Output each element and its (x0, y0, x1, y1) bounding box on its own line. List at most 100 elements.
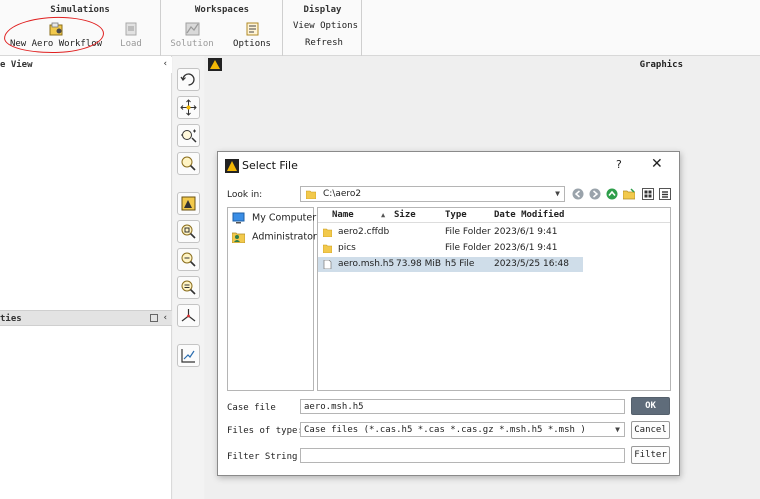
help-button[interactable]: ? (616, 158, 622, 171)
pan-button[interactable] (177, 96, 200, 119)
fit-to-window-button[interactable] (177, 192, 200, 215)
file-row[interactable]: aero.msh.h5 73.98 MiB h5 File 2023/5/25 16:… (318, 257, 583, 272)
file-date: 2023/6/1 9:41 (494, 227, 558, 237)
simulations-group-title: Simulations (50, 5, 110, 15)
graphics-title: Graphics (639, 60, 683, 70)
tree-view-title: e View (0, 60, 33, 70)
properties-title: ties (0, 314, 22, 324)
collapse-tree-icon[interactable]: ‹ (163, 59, 168, 69)
file-type: h5 File (445, 259, 475, 269)
list-view-icon[interactable] (642, 188, 654, 200)
fit-window-icon (181, 196, 196, 211)
workspaces-group-title: Workspaces (194, 5, 250, 15)
chevron-down-icon: ▼ (555, 189, 560, 198)
rotate-button[interactable] (177, 68, 200, 91)
display-group: Display View Options Refresh (284, 0, 362, 56)
zoom-previous-button[interactable] (177, 276, 200, 299)
undock-icon[interactable] (150, 314, 158, 322)
zoom-to-area-button[interactable] (177, 152, 200, 175)
file-name: aero2.cffdb (338, 227, 390, 237)
plot-button[interactable] (177, 344, 200, 367)
file-type: File Folder (445, 227, 491, 237)
collapse-properties-icon[interactable]: ‹ (163, 313, 168, 323)
files-of-type-label: Files of type: (227, 426, 303, 436)
filter-string-label: Filter String (227, 452, 298, 462)
file-name: aero.msh.h5 (338, 259, 395, 269)
file-size: 73.98 MiB (396, 259, 442, 269)
solution-icon (185, 22, 199, 36)
column-header-type[interactable]: Type (445, 210, 467, 220)
properties-header: ties ‹ (0, 310, 172, 326)
ansys-logo-icon (208, 58, 222, 71)
view-options-button[interactable]: View Options (293, 21, 358, 31)
load-button[interactable]: Load (112, 22, 150, 49)
filter-string-input[interactable] (300, 448, 625, 463)
workspaces-group: Workspaces Solution Options (162, 0, 283, 56)
zoom-previous-icon (181, 280, 196, 295)
back-icon[interactable] (572, 188, 584, 200)
zoom-in-out-icon (181, 129, 197, 143)
file-list-header: Name ▲ Size Type Date Modified (318, 208, 670, 223)
file-row[interactable]: pics File Folder 2023/6/1 9:41 (318, 241, 583, 256)
sidebar-item-label: Administrator (252, 231, 317, 243)
file-date: 2023/5/25 16:48 (494, 259, 569, 269)
files-of-type-select[interactable]: Case files (*.cas.h5 *.cas *.cas.gz *.ms… (300, 422, 625, 437)
detail-view-icon[interactable] (659, 188, 671, 200)
cancel-button[interactable]: Cancel (631, 421, 670, 439)
options-button[interactable]: Options (228, 22, 276, 49)
file-date: 2023/6/1 9:41 (494, 243, 558, 253)
folder-icon (306, 190, 316, 199)
parent-directory-icon[interactable] (606, 188, 618, 200)
column-header-size[interactable]: Size (394, 210, 416, 220)
display-group-title: Display (303, 5, 342, 15)
dialog-titlebar: Select File ? ✕ (218, 152, 679, 180)
chevron-down-icon: ▼ (615, 425, 620, 434)
file-row[interactable]: aero2.cffdb File Folder 2023/6/1 9:41 (318, 225, 583, 240)
ok-button[interactable]: OK (631, 397, 670, 415)
filter-button[interactable]: Filter (631, 446, 670, 464)
forward-icon[interactable] (589, 188, 601, 200)
options-label: Options (233, 39, 271, 49)
sidebar-item-my-computer[interactable]: My Computer (232, 212, 316, 224)
computer-icon (232, 212, 245, 224)
zoom-out-button[interactable] (177, 248, 200, 271)
case-file-input[interactable]: aero.msh.h5 (300, 399, 625, 414)
close-button[interactable]: ✕ (651, 156, 663, 172)
sidebar-item-label: My Computer (252, 212, 317, 224)
look-in-label: Look in: (227, 190, 263, 200)
plot-icon (181, 349, 195, 363)
case-file-label: Case file (227, 403, 276, 413)
graphics-toolbar (173, 56, 204, 499)
rotate-icon (180, 73, 195, 86)
axes-icon (181, 309, 196, 322)
load-label: Load (120, 39, 142, 49)
places-sidebar: My Computer Administrator (227, 207, 317, 391)
sidebar-item-administrator[interactable]: Administrator (232, 231, 317, 243)
file-icon (323, 259, 332, 270)
look-in-dropdown[interactable]: C:\aero2 ▼ (300, 186, 565, 202)
zoom-box-icon (181, 224, 196, 239)
user-folder-icon (232, 232, 245, 243)
folder-icon (322, 244, 333, 254)
solution-label: Solution (170, 39, 214, 49)
load-icon (125, 22, 136, 36)
refresh-button[interactable]: Refresh (305, 38, 343, 48)
zoom-in-out-button[interactable] (177, 124, 200, 147)
zoom-box-button[interactable] (177, 220, 200, 243)
folder-icon (322, 228, 333, 238)
dialog-title: Select File (242, 159, 298, 172)
column-header-name[interactable]: Name (332, 210, 354, 220)
file-name: pics (338, 243, 356, 253)
file-type: File Folder (445, 243, 491, 253)
axes-button[interactable] (177, 304, 200, 327)
magnifier-icon (181, 156, 196, 171)
file-list: Name ▲ Size Type Date Modified aero2.cff… (317, 207, 671, 391)
options-icon (246, 22, 258, 36)
column-header-date[interactable]: Date Modified (494, 210, 564, 220)
files-of-type-value: Case files (*.cas.h5 *.cas *.cas.gz *.ms… (304, 425, 586, 435)
left-pane: e View ‹ ties ‹ (0, 56, 172, 499)
sort-ascending-icon: ▲ (381, 211, 386, 219)
new-folder-icon[interactable] (622, 188, 636, 200)
select-file-dialog: Select File ? ✕ Look in: C:\aero2 ▼ My C… (217, 151, 680, 476)
solution-button[interactable]: Solution (167, 22, 217, 49)
